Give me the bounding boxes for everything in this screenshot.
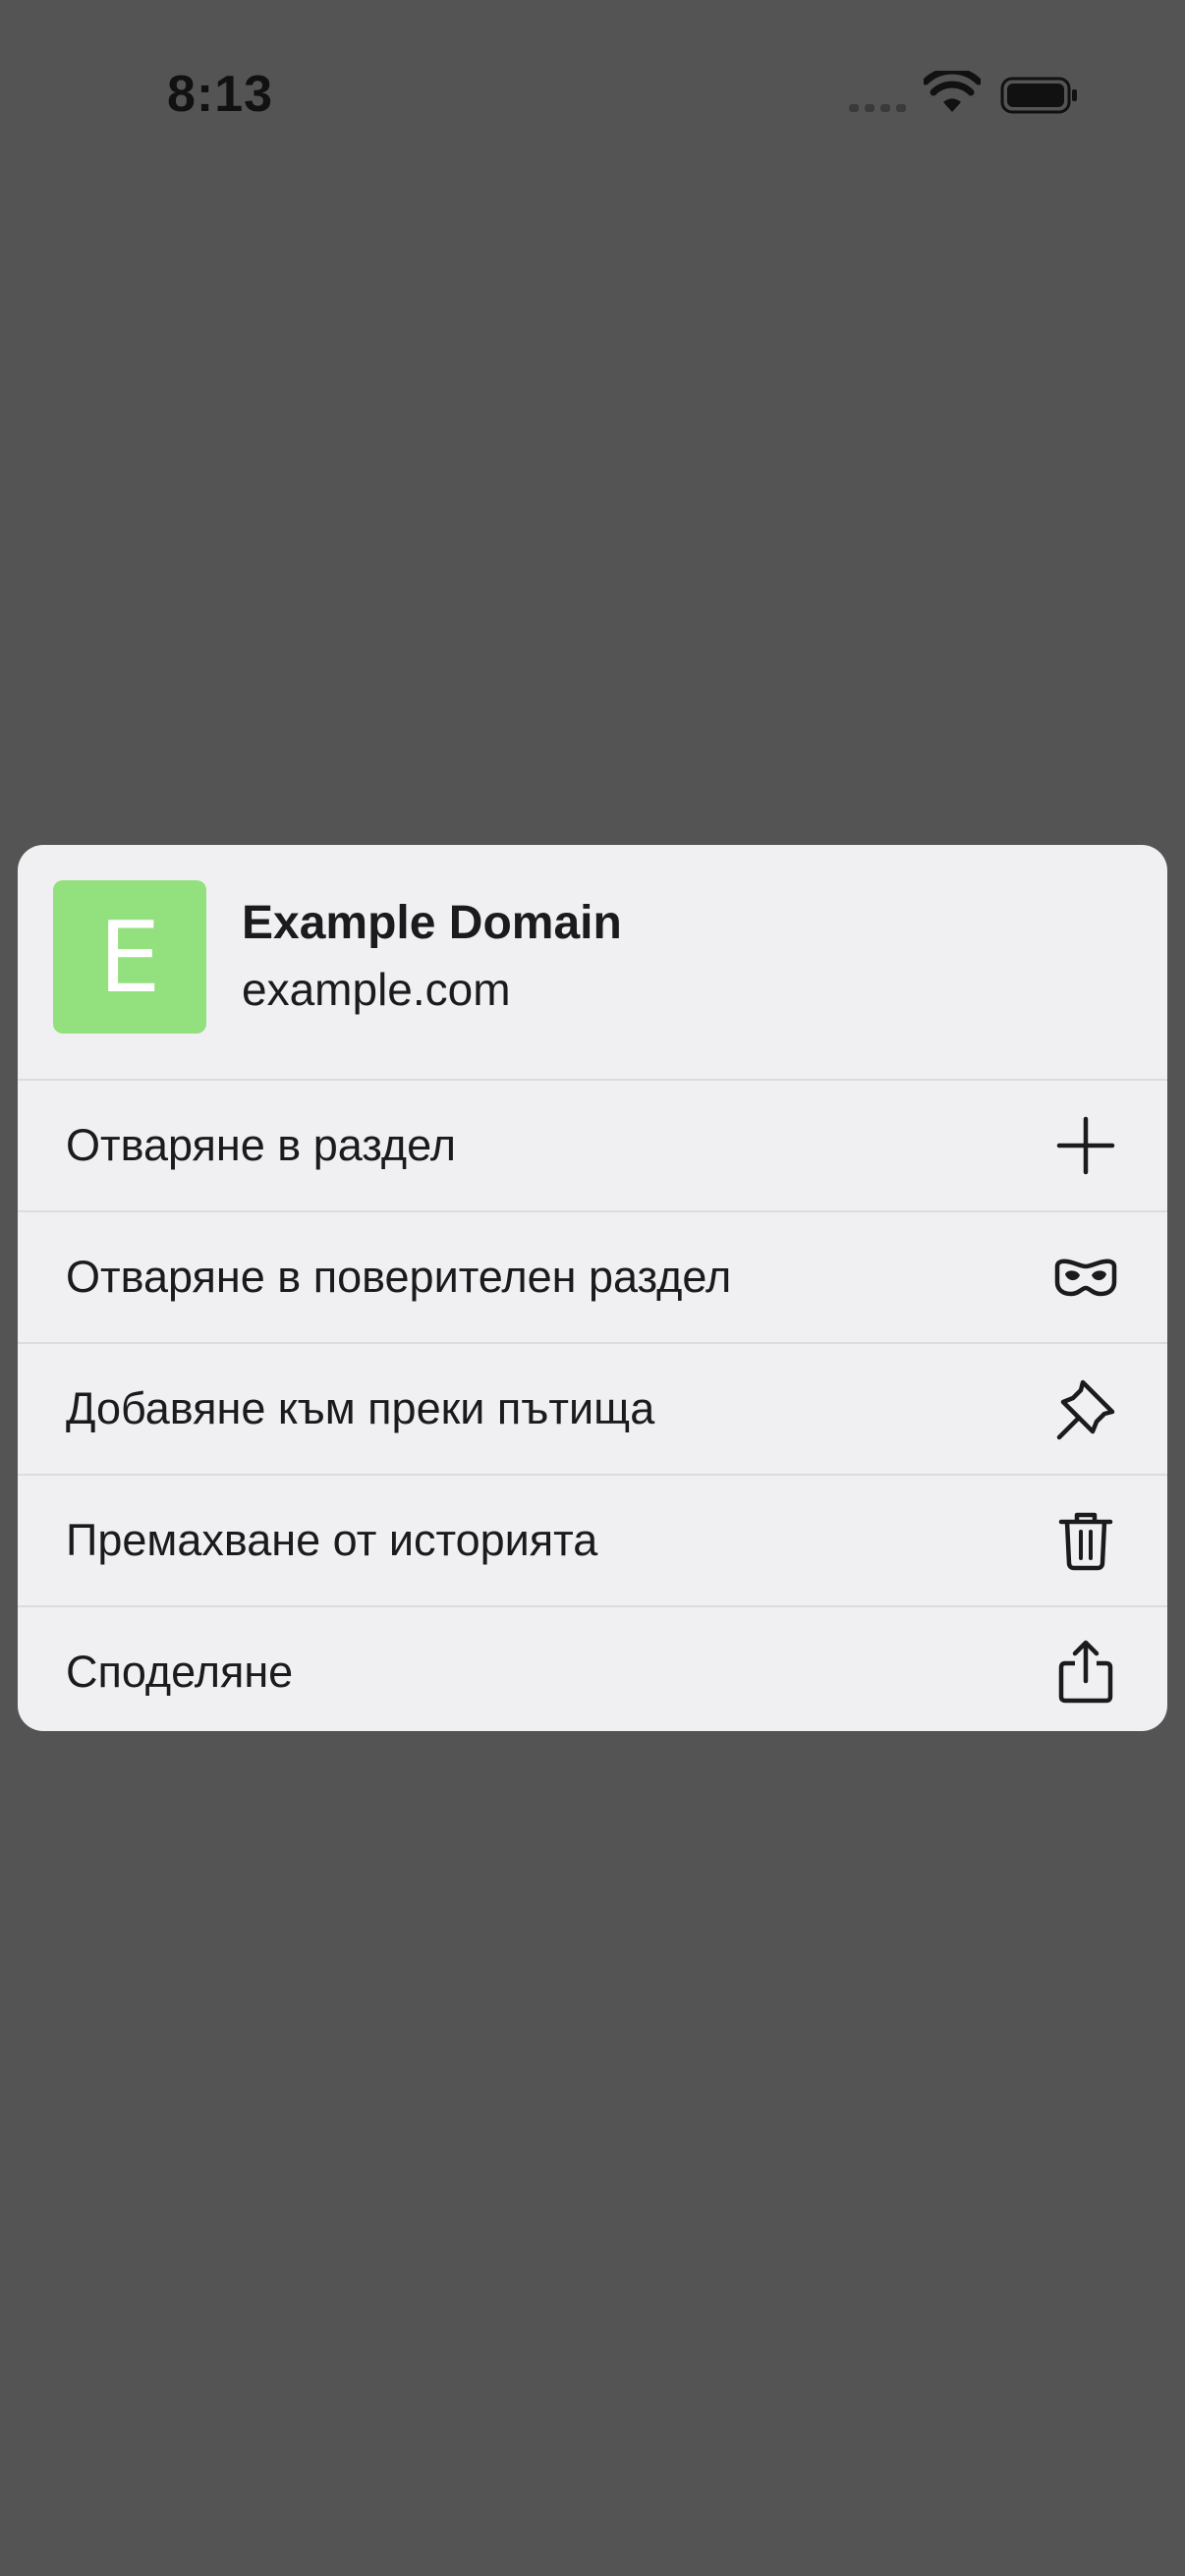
site-title: Example Domain bbox=[242, 897, 622, 949]
battery-icon bbox=[1000, 77, 1077, 114]
menu-item-add-to-shortcuts[interactable]: Добавяне към преки пътища bbox=[18, 1342, 1167, 1474]
plus-icon bbox=[1053, 1113, 1118, 1178]
status-bar: 8:13 bbox=[0, 0, 1185, 196]
menu-item-label: Отваряне в раздел bbox=[66, 1120, 456, 1170]
menu-item-remove-from-history[interactable]: Премахване от историята bbox=[18, 1474, 1167, 1605]
menu-item-open-in-tab[interactable]: Отваряне в раздел bbox=[18, 1079, 1167, 1210]
share-icon bbox=[1053, 1640, 1118, 1705]
site-preview-header: E Example Domain example.com bbox=[18, 845, 1167, 1079]
trash-icon bbox=[1053, 1508, 1118, 1573]
site-favicon-avatar: E bbox=[53, 880, 206, 1034]
menu-item-open-in-private-tab[interactable]: Отваряне в поверителен раздел bbox=[18, 1210, 1167, 1342]
cellular-signal-icon bbox=[849, 104, 906, 112]
context-menu: E Example Domain example.com Отваряне в … bbox=[18, 845, 1167, 1731]
pin-icon bbox=[1053, 1376, 1118, 1441]
menu-item-label: Отваряне в поверителен раздел bbox=[66, 1252, 732, 1302]
incognito-mask-icon bbox=[1053, 1245, 1118, 1310]
menu-item-label: Добавяне към преки пътища bbox=[66, 1383, 655, 1433]
wifi-icon bbox=[924, 71, 981, 112]
site-url: example.com bbox=[242, 964, 511, 1015]
menu-item-label: Премахване от историята bbox=[66, 1515, 598, 1565]
menu-item-label: Споделяне bbox=[66, 1647, 294, 1697]
menu-item-share[interactable]: Споделяне bbox=[18, 1605, 1167, 1731]
status-time: 8:13 bbox=[167, 66, 274, 123]
